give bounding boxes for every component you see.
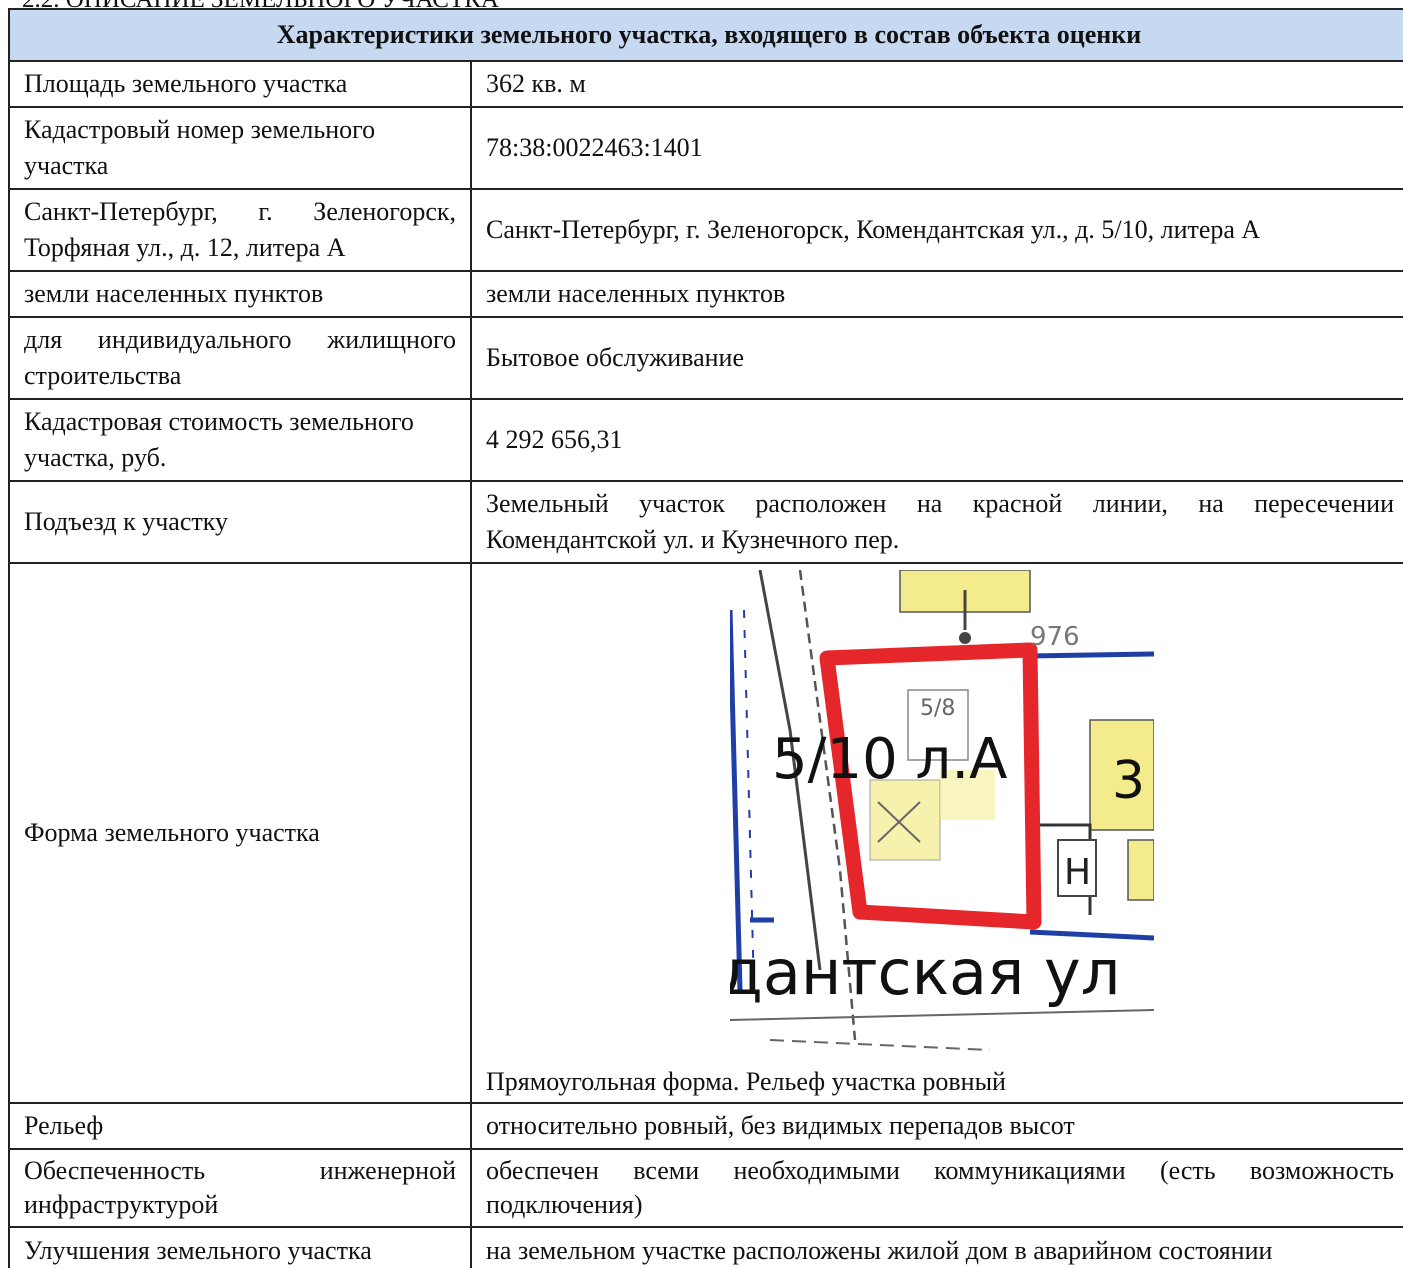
row-value: относительно ровный, без видимых перепад… <box>470 1102 1403 1150</box>
table-row: земли населенных пунктов земли населенны… <box>8 270 1403 318</box>
row-value: Прямоугольная форма. Рельеф участка ровн… <box>486 1067 1006 1096</box>
row-value: Бытовое обслуживание <box>470 316 1403 400</box>
map-building <box>1127 839 1155 901</box>
table-row: Рельеф относительно ровный, без видимых … <box>8 1102 1403 1150</box>
row-value: 78:38:0022463:1401 <box>470 106 1403 190</box>
row-value: Земельный участок расположен на красной … <box>470 480 1403 564</box>
row-value: обеспечен всеми необходимыми коммуникаци… <box>470 1148 1403 1228</box>
table-row: Обеспеченность инженерной инфраструктуро… <box>8 1148 1403 1228</box>
plot-label: 5/10 л.А <box>772 727 1007 792</box>
fragment-top-label: 976 <box>1030 622 1080 652</box>
table-row: для индивидуального жилищного строительс… <box>8 316 1403 400</box>
row-value: на земельном участке расположены жилой д… <box>470 1226 1403 1268</box>
table-row: Форма земельного участка 5/8 5/10 л.А 3 … <box>8 562 1403 1104</box>
neighbor-number: 3 <box>1112 751 1145 811</box>
row-value: 362 кв. м <box>470 60 1403 108</box>
table-row: Площадь земельного участка 362 кв. м <box>8 60 1403 108</box>
table-row: Кадастровая стоимость земельного участка… <box>8 398 1403 482</box>
table-row: Подъезд к участку Земельный участок расп… <box>8 480 1403 564</box>
map-building <box>869 779 941 861</box>
row-value: земли населенных пунктов <box>470 270 1403 318</box>
row-value: 4 292 656,31 <box>470 398 1403 482</box>
cadastral-map-fragment: 5/8 5/10 л.А 3 Н 976 дантская ул <box>720 569 1155 1062</box>
map-street-line <box>1029 651 1155 659</box>
building-letter: Н <box>1064 852 1091 893</box>
row-label: Форма земельного участка <box>8 562 472 1104</box>
plot-shape-cell: 5/8 5/10 л.А 3 Н 976 дантская ул Прямоуг… <box>470 562 1403 1104</box>
row-label: Обеспеченность инженерной инфраструктуро… <box>8 1148 472 1228</box>
row-label: Санкт-Петербург, г. Зеленогорск, Торфяна… <box>8 188 472 272</box>
street-label: дантская ул <box>730 936 1120 1009</box>
row-label: Рельеф <box>8 1102 472 1150</box>
table-row: Санкт-Петербург, г. Зеленогорск, Торфяна… <box>8 188 1403 272</box>
row-label: для индивидуального жилищного строительс… <box>8 316 472 400</box>
table-title: Характеристики земельного участка, входя… <box>8 8 1403 62</box>
cadastral-map: 5/8 5/10 л.А 3 Н 976 дантская ул <box>720 569 1155 1062</box>
row-value: Санкт-Петербург, г. Зеленогорск, Коменда… <box>470 188 1403 272</box>
row-label: Улучшения земельного участка <box>8 1226 472 1268</box>
row-label: Подъезд к участку <box>8 480 472 564</box>
row-label: Кадастровая стоимость земельного участка… <box>8 398 472 482</box>
land-plot-table: Характеристики земельного участка, входя… <box>8 8 1403 1268</box>
row-label: земли населенных пунктов <box>8 270 472 318</box>
small-plot-label: 5/8 <box>920 696 955 721</box>
row-label: Кадастровый номер земельного участка <box>8 106 472 190</box>
row-label: Площадь земельного участка <box>8 60 472 108</box>
table-row: Кадастровый номер земельного участка 78:… <box>8 106 1403 190</box>
map-marker <box>959 632 971 644</box>
table-row: Улучшения земельного участка на земельно… <box>8 1226 1403 1268</box>
table-header-row: Характеристики земельного участка, входя… <box>8 8 1403 62</box>
